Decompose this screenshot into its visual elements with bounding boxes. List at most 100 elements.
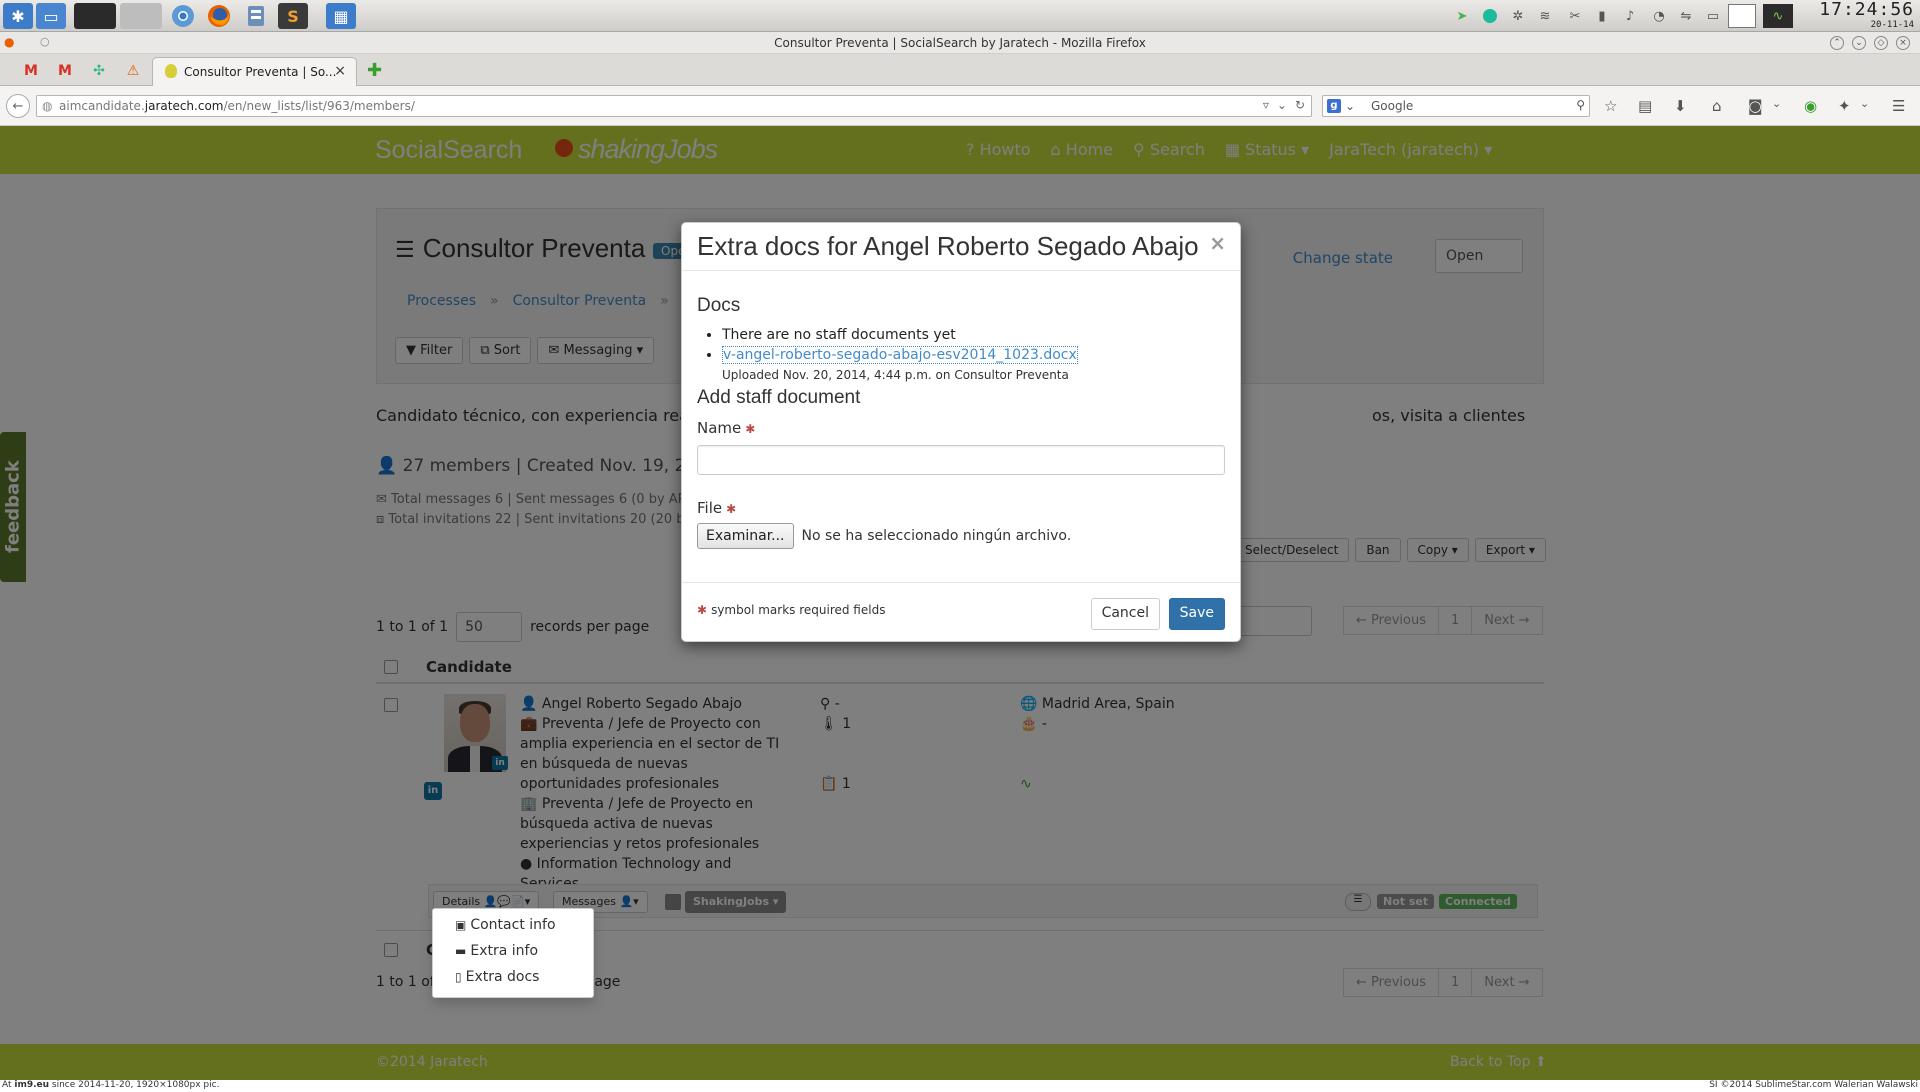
- menu-item-contact-info[interactable]: ▣ Contact info: [455, 917, 556, 933]
- modal-footer: ✱ symbol marks required fields Cancel Sav…: [682, 582, 1240, 642]
- host-prefix: At: [2, 1080, 15, 1090]
- window-controls: ⌃ ⌄ ◇ ×: [1830, 36, 1910, 50]
- addon-dropdown-icon[interactable]: ⌄: [1860, 97, 1869, 110]
- docs-heading: Docs: [697, 295, 741, 316]
- list-item: There are no staff documents yet: [722, 325, 1225, 345]
- pocket-dropdown-icon[interactable]: ⌄: [1772, 97, 1781, 110]
- firefox-icon[interactable]: [204, 3, 234, 29]
- pager-icon[interactable]: [1728, 4, 1756, 28]
- home-icon[interactable]: ⌂: [1712, 97, 1722, 115]
- new-tab-icon[interactable]: ✚: [367, 60, 382, 81]
- file-label-text: File: [697, 499, 723, 517]
- google-icon[interactable]: g: [1327, 99, 1341, 113]
- host-info: At im9.eu since 2014-11-20, 1920×1080px …: [2, 1080, 219, 1090]
- clock-date: 20-11-14: [1870, 20, 1914, 30]
- reload-icon[interactable]: ↻: [1295, 98, 1305, 112]
- menu-item-label: Contact info: [470, 917, 556, 933]
- url-domain: jaratech.com: [144, 99, 224, 113]
- weather-icon[interactable]: ✲: [1510, 8, 1526, 24]
- tab-consultor-preventa[interactable]: Consultor Preventa | So... ×: [152, 57, 357, 86]
- tab-close-icon[interactable]: ×: [334, 63, 346, 79]
- window-icon[interactable]: [120, 3, 162, 29]
- network-icon[interactable]: ➤: [1454, 8, 1470, 24]
- binoculars-icon[interactable]: ⚲: [1576, 98, 1585, 112]
- contact-card-icon: ▣: [455, 918, 467, 932]
- nav-bar: ← ◍ aimcandidate.jaratech.com/en/new_lis…: [0, 86, 1920, 126]
- pocket-save-icon[interactable]: ◙: [1748, 97, 1763, 115]
- required-note-text: symbol marks required fields: [711, 603, 886, 617]
- search-placeholder: Google: [1371, 99, 1414, 113]
- layers-icon[interactable]: ≋: [1537, 8, 1553, 24]
- dropdown-icon[interactable]: ⌄: [1277, 98, 1287, 112]
- search-engine-dropdown-icon[interactable]: ⌄: [1345, 99, 1355, 113]
- host-rest: since 2014-11-20, 1920×1080px pic.: [49, 1080, 220, 1090]
- cancel-button[interactable]: Cancel: [1090, 598, 1160, 630]
- file-input: Examinar... No se ha seleccionado ningún…: [697, 523, 1225, 549]
- save-button[interactable]: Save: [1168, 598, 1225, 630]
- reading-list-icon[interactable]: ▤: [1638, 97, 1652, 115]
- display-icon[interactable]: ▭: [1705, 8, 1721, 24]
- gmail-icon[interactable]: M: [52, 60, 78, 82]
- minimize-icon[interactable]: ⌄: [1852, 36, 1866, 50]
- menu-item-label: Extra info: [470, 943, 539, 959]
- window-titlebar: ● ○ Consultor Preventa | SocialSearch by…: [0, 32, 1920, 54]
- maximize-icon[interactable]: ◇: [1874, 36, 1888, 50]
- name-field[interactable]: [697, 445, 1225, 475]
- menu-icon[interactable]: ☰: [1892, 97, 1905, 115]
- usb-icon[interactable]: ▮: [1594, 8, 1610, 24]
- status-dot-icon[interactable]: [1482, 8, 1498, 24]
- files-icon[interactable]: [241, 3, 271, 29]
- slack-icon[interactable]: ✣: [86, 60, 112, 82]
- window-title: Consultor Preventa | SocialSearch by Jar…: [774, 36, 1146, 50]
- keep-above-icon[interactable]: ⌃: [1830, 36, 1844, 50]
- image-host-strip: At im9.eu since 2014-11-20, 1920×1080px …: [0, 1080, 1920, 1092]
- file-icon: ▯: [455, 970, 462, 984]
- desktop-icon[interactable]: ▭: [36, 3, 66, 29]
- wifi-icon[interactable]: ◔: [1651, 8, 1667, 24]
- tab-label: Consultor Preventa | So...: [184, 65, 337, 79]
- monitor-icon[interactable]: ▦: [326, 3, 356, 29]
- doc-uploaded-info: Uploaded Nov. 20, 2014, 4:44 p.m. on Con…: [722, 368, 1069, 382]
- doc-link[interactable]: v-angel-roberto-segado-abajo-esv2014_102…: [722, 346, 1078, 364]
- kde-taskbar: ✱ ▭ S ▦ ➤ ✲ ≋ ✂ ▮ ♪ ◔ ⇋ ▭ ⌄ ∿ 17:24:56 2…: [0, 0, 1920, 32]
- file-label: File ✱: [697, 499, 1225, 517]
- docs-list: There are no staff documents yet v-angel…: [722, 325, 1225, 383]
- details-dropdown-menu: ▣ Contact info ▬ Extra info ▯ Extra docs: [432, 908, 594, 998]
- close-icon[interactable]: ×: [1209, 231, 1226, 255]
- url-bar[interactable]: ◍ aimcandidate.jaratech.com/en/new_lists…: [36, 95, 1312, 117]
- extension-icon[interactable]: ◉: [1804, 97, 1817, 115]
- menu-item-extra-docs[interactable]: ▯ Extra docs: [455, 969, 539, 985]
- required-note: ✱ symbol marks required fields: [697, 603, 885, 617]
- file-status: No se ha seleccionado ningún archivo.: [801, 528, 1072, 544]
- sysmon-icon[interactable]: ∿: [1763, 4, 1793, 28]
- download-icon[interactable]: ⬇: [1674, 97, 1687, 115]
- sublime-icon[interactable]: S: [278, 3, 308, 29]
- scissors-icon[interactable]: ✂: [1567, 8, 1583, 24]
- terminal-icon[interactable]: [74, 3, 116, 29]
- chrome-icon[interactable]: [168, 3, 198, 29]
- required-asterisk-icon: ✱: [726, 502, 737, 516]
- link-icon[interactable]: ⇋: [1678, 8, 1694, 24]
- pocket-icon[interactable]: ▿: [1263, 98, 1269, 112]
- modal-header: Extra docs for Angel Roberto Segado Abaj…: [682, 223, 1240, 271]
- addon-icon[interactable]: ✦: [1838, 97, 1851, 115]
- kde-menu-icon[interactable]: ✱: [3, 3, 33, 29]
- modal-body: Docs There are no staff documents yet v-…: [697, 295, 1225, 549]
- volume-icon[interactable]: ♪: [1622, 8, 1638, 24]
- host-site[interactable]: im9.eu: [14, 1080, 49, 1090]
- name-label-text: Name: [697, 419, 742, 437]
- warning-icon[interactable]: ⚠: [120, 60, 146, 82]
- url-prefix: aimcandidate.: [59, 99, 145, 113]
- close-icon[interactable]: ×: [1896, 36, 1910, 50]
- search-bar[interactable]: g ⌄ Google ⚲: [1322, 95, 1590, 117]
- required-asterisk-icon: ✱: [745, 422, 756, 436]
- back-button[interactable]: ←: [6, 94, 30, 118]
- host-credit: SI ©2014 SublimeStar.com Walerian Walaws…: [1709, 1080, 1918, 1090]
- extra-docs-modal: Extra docs for Angel Roberto Segado Abaj…: [681, 222, 1241, 642]
- gmail-icon[interactable]: M: [18, 60, 44, 82]
- bookmark-star-icon[interactable]: ☆: [1604, 97, 1617, 115]
- browse-file-button[interactable]: Examinar...: [697, 523, 794, 549]
- url-path: /en/new_lists/list/963/members/: [223, 99, 415, 113]
- clock[interactable]: 17:24:56 20-11-14: [1819, 0, 1914, 30]
- menu-item-extra-info[interactable]: ▬ Extra info: [455, 943, 538, 959]
